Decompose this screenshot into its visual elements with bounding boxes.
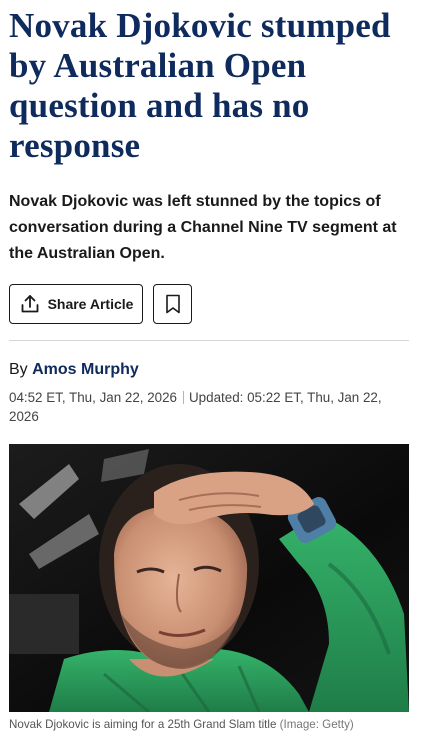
share-icon — [19, 293, 41, 315]
dateline: 04:52 ET, Thu, Jan 22, 2026 Updated: 05:2… — [9, 388, 399, 426]
date-separator — [183, 391, 185, 404]
image-caption: Novak Djokovic is aiming for a 25th Gran… — [9, 717, 354, 733]
article-page: Novak Djokovic stumped by Australian Ope… — [0, 0, 425, 737]
author-link[interactable]: Amos Murphy — [32, 361, 139, 378]
byline: By Amos Murphy — [9, 359, 139, 381]
bookmark-button[interactable] — [153, 284, 192, 324]
article-standfirst: Novak Djokovic was left stunned by the t… — [9, 193, 397, 262]
article-headline: Novak Djokovic stumped by Australian Ope… — [9, 6, 391, 165]
image-credit: (Image: Getty) — [279, 718, 354, 731]
share-article-label: Share Article — [47, 296, 134, 312]
byline-prefix: By — [9, 361, 28, 378]
caption-text: Novak Djokovic is aiming for a 25th Gran… — [9, 718, 277, 731]
section-divider — [9, 340, 409, 341]
article-hero-image — [9, 444, 409, 712]
bookmark-icon — [164, 293, 182, 315]
share-article-button[interactable]: Share Article — [9, 284, 143, 324]
published-date: 04:52 ET, Thu, Jan 22, 2026 — [9, 390, 178, 405]
